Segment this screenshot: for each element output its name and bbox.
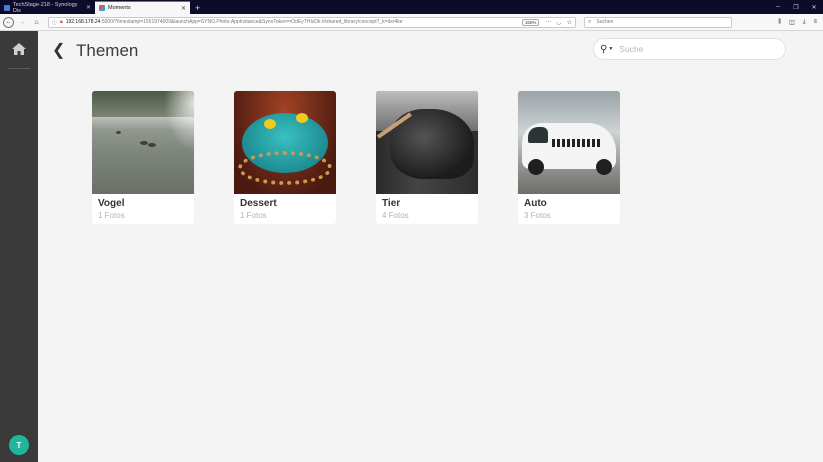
moments-favicon-icon — [99, 5, 105, 11]
app-search-input[interactable]: ⚲ ▼ Suche — [593, 38, 786, 60]
browser-search-input[interactable]: ⌕ Suchen — [584, 16, 732, 28]
page-actions-icon[interactable]: ··· — [545, 19, 551, 26]
app-sidebar: T — [0, 31, 38, 462]
zoom-level[interactable]: 150% — [521, 18, 540, 26]
album-thumbnail[interactable] — [518, 91, 620, 194]
back-icon[interactable]: ← — [3, 16, 14, 28]
back-arrow-icon[interactable]: ❮ — [52, 43, 65, 59]
menu-icon[interactable]: ≡ — [813, 19, 817, 26]
tab-title: TechStage-218 - Synology Dis — [12, 1, 78, 14]
album-name: Auto — [524, 198, 547, 209]
sidebar-divider — [8, 68, 30, 69]
album-count: 4 Fotos — [382, 211, 409, 220]
album-count: 1 Fotos — [240, 211, 267, 220]
minimize-icon[interactable]: ─ — [769, 0, 787, 14]
album-thumbnail[interactable] — [234, 91, 336, 194]
maximize-icon[interactable]: ❐ — [787, 0, 805, 14]
new-tab-button[interactable]: + — [190, 1, 205, 14]
url-path: :5000/?timestamp=1551974009&launchApp=SY… — [100, 19, 403, 25]
browser-search-placeholder: Suchen — [596, 19, 614, 25]
download-icon[interactable]: ⤓ — [803, 19, 806, 26]
browser-tab[interactable]: TechStage-218 - Synology Dis ✕ — [0, 1, 95, 14]
album-name: Vogel — [98, 198, 125, 209]
browser-tab-active[interactable]: Moments ✕ — [95, 1, 190, 14]
album-card-vogel[interactable]: Vogel 1 Fotos — [92, 91, 194, 224]
close-tab-icon[interactable]: ✕ — [86, 4, 91, 11]
browser-tab-bar: TechStage-218 - Synology Dis ✕ Moments ✕… — [0, 0, 823, 14]
search-icon: ⌕ — [588, 18, 592, 25]
album-thumbnail[interactable] — [376, 91, 478, 194]
album-card-dessert[interactable]: Dessert 1 Fotos — [234, 91, 336, 224]
forward-icon[interactable]: → — [17, 17, 28, 28]
url-host: 192.168.178.24 — [65, 19, 101, 25]
tab-title: Moments — [108, 5, 131, 11]
album-card-auto[interactable]: Auto 3 Fotos — [518, 91, 620, 224]
pocket-icon[interactable]: ◡ — [556, 19, 561, 26]
chevron-down-icon[interactable]: ▼ — [608, 46, 613, 52]
album-count: 3 Fotos — [524, 211, 551, 220]
album-count: 1 Fotos — [98, 211, 125, 220]
close-tab-icon[interactable]: ✕ — [181, 5, 186, 12]
library-icon[interactable]: ⫼ — [778, 19, 781, 26]
browser-nav-bar: ← → ⌂ ⓘ 🔒︎ 192.168.178.24 :5000/?timesta… — [0, 14, 823, 31]
album-card-tier[interactable]: Tier 4 Fotos — [376, 91, 478, 224]
insecure-lock-icon[interactable]: 🔒︎ — [60, 19, 63, 25]
search-icon[interactable]: ⚲ — [600, 44, 607, 55]
home-nav-icon[interactable] — [12, 43, 26, 55]
window-controls: ─ ❐ ✕ — [769, 0, 823, 14]
album-name: Dessert — [240, 198, 277, 209]
main-content: ❮ Themen ⚲ ▼ Suche Vogel 1 Fotos Dessert… — [38, 31, 823, 462]
search-placeholder: Suche — [619, 44, 644, 54]
album-thumbnail[interactable] — [92, 91, 194, 194]
home-icon[interactable]: ⌂ — [31, 17, 42, 28]
user-avatar[interactable]: T — [9, 435, 29, 455]
info-icon[interactable]: ⓘ — [52, 19, 57, 26]
page-title: Themen — [76, 41, 139, 60]
close-window-icon[interactable]: ✕ — [805, 0, 823, 14]
synology-favicon-icon — [4, 4, 10, 11]
album-name: Tier — [382, 198, 401, 209]
url-bar[interactable]: ⓘ 🔒︎ 192.168.178.24 :5000/?timestamp=155… — [48, 16, 576, 28]
sidebar-toggle-icon[interactable]: ◫ — [789, 19, 795, 26]
bookmark-star-icon[interactable]: ☆ — [567, 19, 572, 26]
